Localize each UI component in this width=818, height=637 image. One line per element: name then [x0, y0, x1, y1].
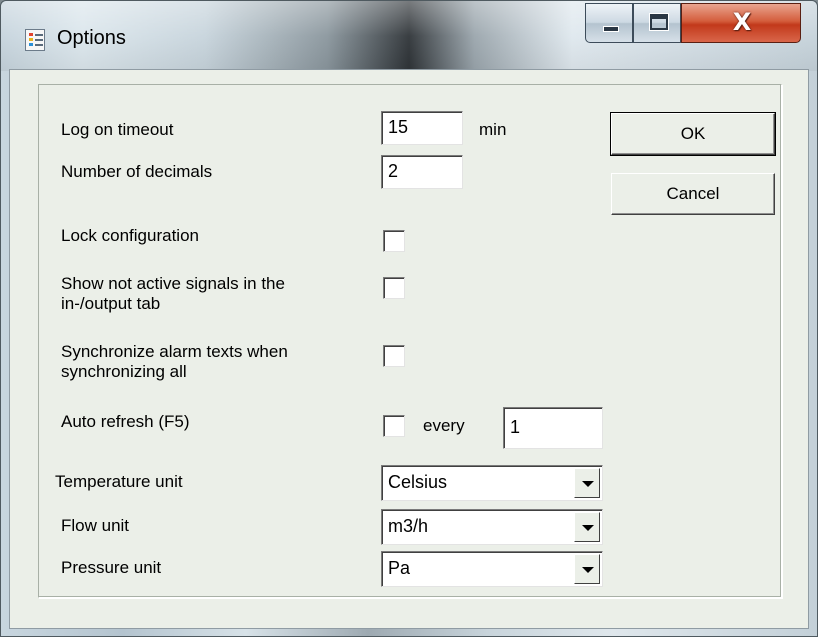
close-button[interactable]: X	[681, 3, 801, 43]
flow-unit-value: m3/h	[388, 516, 429, 536]
options-dialog: Options X Log on timeout 15 min Number o…	[0, 0, 818, 637]
number-of-decimals-label: Number of decimals	[61, 162, 213, 181]
flow-unit-label: Flow unit	[61, 516, 130, 535]
auto-refresh-interval-input[interactable]: 1	[503, 407, 603, 449]
lock-configuration-label: Lock configuration	[61, 226, 199, 245]
minimize-button[interactable]	[585, 3, 633, 43]
temperature-unit-label: Temperature unit	[55, 472, 183, 491]
ok-button[interactable]: OK	[610, 112, 776, 156]
caption-buttons: X	[585, 3, 801, 43]
chevron-down-icon[interactable]	[574, 468, 600, 498]
number-of-decimals-input[interactable]: 2	[381, 155, 463, 189]
chevron-down-icon[interactable]	[574, 512, 600, 542]
options-panel: Log on timeout 15 min Number of decimals…	[38, 84, 782, 598]
cancel-button[interactable]: Cancel	[611, 173, 775, 215]
synchronize-alarm-label-line2: synchronizing all	[61, 362, 187, 381]
chevron-down-icon[interactable]	[574, 554, 600, 584]
temperature-unit-value: Celsius	[388, 472, 448, 492]
dialog-client-area: Log on timeout 15 min Number of decimals…	[9, 69, 809, 629]
pressure-unit-value: Pa	[388, 558, 411, 578]
auto-refresh-every-label: every	[423, 416, 465, 435]
minimize-icon	[603, 26, 619, 32]
log-on-timeout-input[interactable]: 15	[381, 111, 463, 145]
close-icon: X	[732, 8, 752, 36]
auto-refresh-label: Auto refresh (F5)	[61, 412, 190, 431]
show-not-active-label-line1: Show not active signals in the	[61, 274, 285, 293]
options-app-icon[interactable]	[25, 29, 45, 51]
title-bar[interactable]: Options X	[1, 1, 817, 71]
lock-configuration-checkbox[interactable]	[383, 230, 405, 252]
maximize-icon	[650, 14, 668, 30]
log-on-timeout-label: Log on timeout	[61, 120, 174, 139]
synchronize-alarm-label-line1: Synchronize alarm texts when	[61, 342, 288, 361]
show-not-active-checkbox[interactable]	[383, 277, 405, 299]
auto-refresh-checkbox[interactable]	[383, 415, 405, 437]
window-title: Options	[57, 27, 126, 49]
synchronize-alarm-checkbox[interactable]	[383, 345, 405, 367]
pressure-unit-label: Pressure unit	[61, 558, 162, 577]
flow-unit-select[interactable]: m3/h	[381, 509, 603, 545]
pressure-unit-select[interactable]: Pa	[381, 551, 603, 587]
temperature-unit-select[interactable]: Celsius	[381, 465, 603, 501]
maximize-button[interactable]	[633, 3, 681, 43]
show-not-active-label-line2: in-/output tab	[61, 294, 161, 313]
log-on-timeout-unit: min	[479, 120, 507, 139]
